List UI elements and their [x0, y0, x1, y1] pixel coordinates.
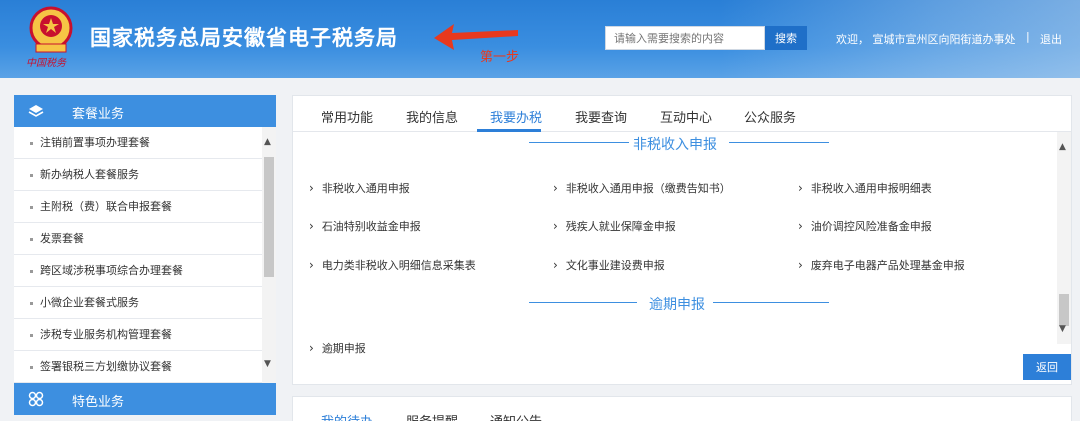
tab-file-tax[interactable]: 我要办税: [490, 107, 542, 126]
tab-common-functions[interactable]: 常用功能: [321, 107, 373, 126]
section-divider: [729, 142, 829, 143]
sidebar-scroll-thumb[interactable]: [264, 157, 274, 277]
section-title-overdue: 逾期申报: [649, 297, 705, 313]
tab-query[interactable]: 我要查询: [575, 107, 627, 126]
tab-public-service[interactable]: 公众服务: [744, 107, 796, 126]
bottom-panel: 我的待办 服务提醒 通知公告: [292, 396, 1072, 421]
sidebar-item[interactable]: 小微企业套餐式服务: [14, 287, 262, 319]
header-separator: |: [1026, 30, 1030, 43]
sidebar-section-featured[interactable]: 特色业务: [14, 383, 276, 415]
welcome-text: 欢迎， 宣城市宣州区向阳街道办事处: [836, 33, 1016, 46]
chevron-down-icon[interactable]: ▼: [1059, 324, 1066, 334]
link-ewaste-fund[interactable]: 废弃电子电器产品处理基金申报: [798, 257, 965, 273]
link-oil-price-reserve[interactable]: 油价调控风险准备金申报: [798, 218, 932, 234]
logout-link[interactable]: 退出: [1040, 31, 1062, 47]
link-nontax-general-detail[interactable]: 非税收入通用申报明细表: [798, 180, 932, 196]
sidebar-item[interactable]: 注销前置事项办理套餐: [14, 127, 262, 159]
tab-announcements[interactable]: 通知公告: [490, 411, 542, 421]
sidebar-item[interactable]: 涉税专业服务机构管理套餐: [14, 319, 262, 351]
section-divider: [713, 302, 829, 303]
main-scroll-thumb[interactable]: [1059, 294, 1069, 326]
sidebar-scrollbar[interactable]: ▲ ▼: [262, 127, 276, 383]
tab-my-info[interactable]: 我的信息: [406, 107, 458, 126]
section-divider: [529, 302, 637, 303]
chevron-up-icon[interactable]: ▲: [264, 137, 271, 147]
emblem-caption: 中国税务: [26, 58, 66, 69]
link-nontax-general[interactable]: 非税收入通用申报: [309, 180, 410, 196]
section-divider: [529, 142, 629, 143]
link-overdue-filing[interactable]: 逾期申报: [309, 340, 366, 356]
chevron-up-icon[interactable]: ▲: [1059, 142, 1066, 152]
sidebar-item[interactable]: 签署银税三方划缴协议套餐: [14, 351, 262, 383]
section-title-nontax: 非税收入申报: [633, 137, 717, 153]
search-input[interactable]: [605, 26, 765, 50]
site-title: 国家税务总局安徽省电子税务局: [90, 26, 398, 50]
header-bar: 中国税务 国家税务总局安徽省电子税务局 第一步 搜索 欢迎， 宣城市宣州区向阳街…: [0, 0, 1080, 78]
active-tab-indicator: [477, 129, 541, 132]
link-disabled-employment[interactable]: 残疾人就业保障金申报: [553, 218, 676, 234]
chevron-down-icon[interactable]: ▼: [264, 359, 271, 369]
tab-interaction[interactable]: 互动中心: [660, 107, 712, 126]
sidebar-section-label: 套餐业务: [72, 107, 125, 122]
search-button[interactable]: 搜索: [765, 26, 807, 50]
link-power-nontax-detail[interactable]: 电力类非税收入明细信息采集表: [309, 257, 476, 273]
sidebar-item[interactable]: 发票套餐: [14, 223, 262, 255]
link-oil-special-gain[interactable]: 石油特别收益金申报: [309, 218, 421, 234]
step-annotation: 第一步: [480, 50, 520, 65]
grid-icon: [28, 391, 44, 407]
main-scrollbar[interactable]: ▲ ▼: [1057, 132, 1071, 344]
tab-service-reminder[interactable]: 服务提醒: [406, 411, 458, 421]
sidebar-item[interactable]: 新办纳税人套餐服务: [14, 159, 262, 191]
sidebar-section-label: 特色业务: [72, 395, 125, 410]
tab-my-todo[interactable]: 我的待办: [321, 411, 373, 421]
main-tabs: 常用功能 我的信息 我要办税 我要查询 互动中心 公众服务: [293, 96, 1071, 132]
main-panel: 常用功能 我的信息 我要办税 我要查询 互动中心 公众服务 非税收入申报 非税收…: [292, 95, 1072, 385]
sidebar-section-package[interactable]: 套餐业务: [14, 95, 276, 127]
link-nontax-general-notice[interactable]: 非税收入通用申报（缴费告知书）: [553, 180, 731, 196]
sidebar-item[interactable]: 跨区域涉税事项综合办理套餐: [14, 255, 262, 287]
tax-emblem-icon: [29, 6, 73, 53]
link-culture-construction-fee[interactable]: 文化事业建设费申报: [553, 257, 665, 273]
sidebar-list: 注销前置事项办理套餐 新办纳税人套餐服务 主附税（费）联合申报套餐 发票套餐 跨…: [14, 127, 276, 383]
back-button[interactable]: 返回: [1023, 354, 1071, 380]
layers-icon: [28, 105, 44, 117]
sidebar-item[interactable]: 主附税（费）联合申报套餐: [14, 191, 262, 223]
